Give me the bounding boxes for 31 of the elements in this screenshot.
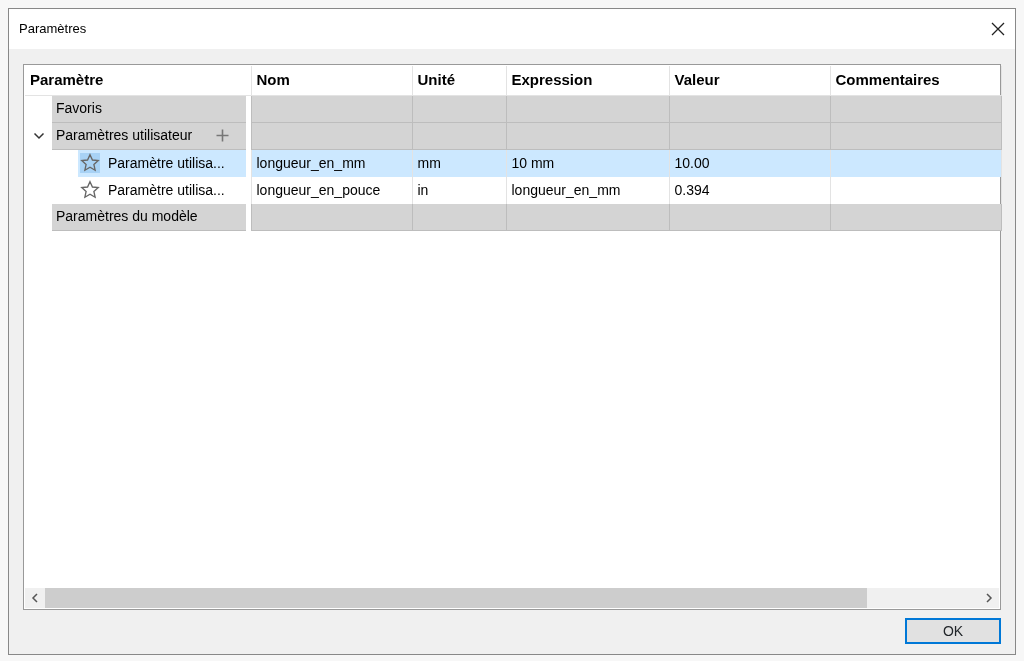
horizontal-scrollbar[interactable] (25, 588, 999, 608)
group-row[interactable]: Paramètres du modèle (52, 203, 246, 231)
parameter-label: Paramètre utilisa... (108, 153, 225, 173)
star-icon[interactable] (80, 153, 100, 173)
table-cell: longueur_en_pouce (256, 181, 381, 198)
window-title: Paramètres (19, 20, 87, 39)
column-header[interactable]: Expression (511, 71, 593, 88)
star-icon[interactable] (80, 180, 100, 200)
column-header[interactable]: Paramètre (30, 71, 104, 88)
column-header[interactable]: Valeur (674, 71, 720, 88)
plus-icon[interactable] (216, 129, 230, 142)
close-icon[interactable] (991, 22, 1005, 36)
column-header[interactable]: Commentaires (835, 71, 940, 88)
group-label[interactable]: Favoris (56, 98, 102, 119)
table-cell: longueur_en_mm (511, 181, 621, 198)
row-highlight[interactable]: Paramètre utilisa... (78, 149, 246, 177)
column-header[interactable]: Unité (417, 71, 455, 88)
table-cell: in (417, 181, 429, 198)
parameter-label: Paramètre utilisa... (108, 180, 225, 200)
table-cell: longueur_en_mm (256, 154, 366, 171)
group-label[interactable]: Paramètres du modèle (56, 206, 198, 227)
ok-button[interactable]: OK (905, 618, 1001, 644)
scroll-right-icon[interactable] (985, 593, 993, 603)
chevron-down-icon[interactable] (32, 132, 45, 140)
table-cell: 10.00 (674, 154, 710, 171)
scroll-left-icon[interactable] (31, 593, 39, 603)
group-row[interactable]: Favoris (52, 95, 246, 123)
table-cell: 0.394 (674, 181, 710, 198)
table-cell: 10 mm (511, 154, 555, 171)
column-header[interactable]: Nom (256, 71, 290, 88)
table-cell: mm (417, 154, 441, 171)
